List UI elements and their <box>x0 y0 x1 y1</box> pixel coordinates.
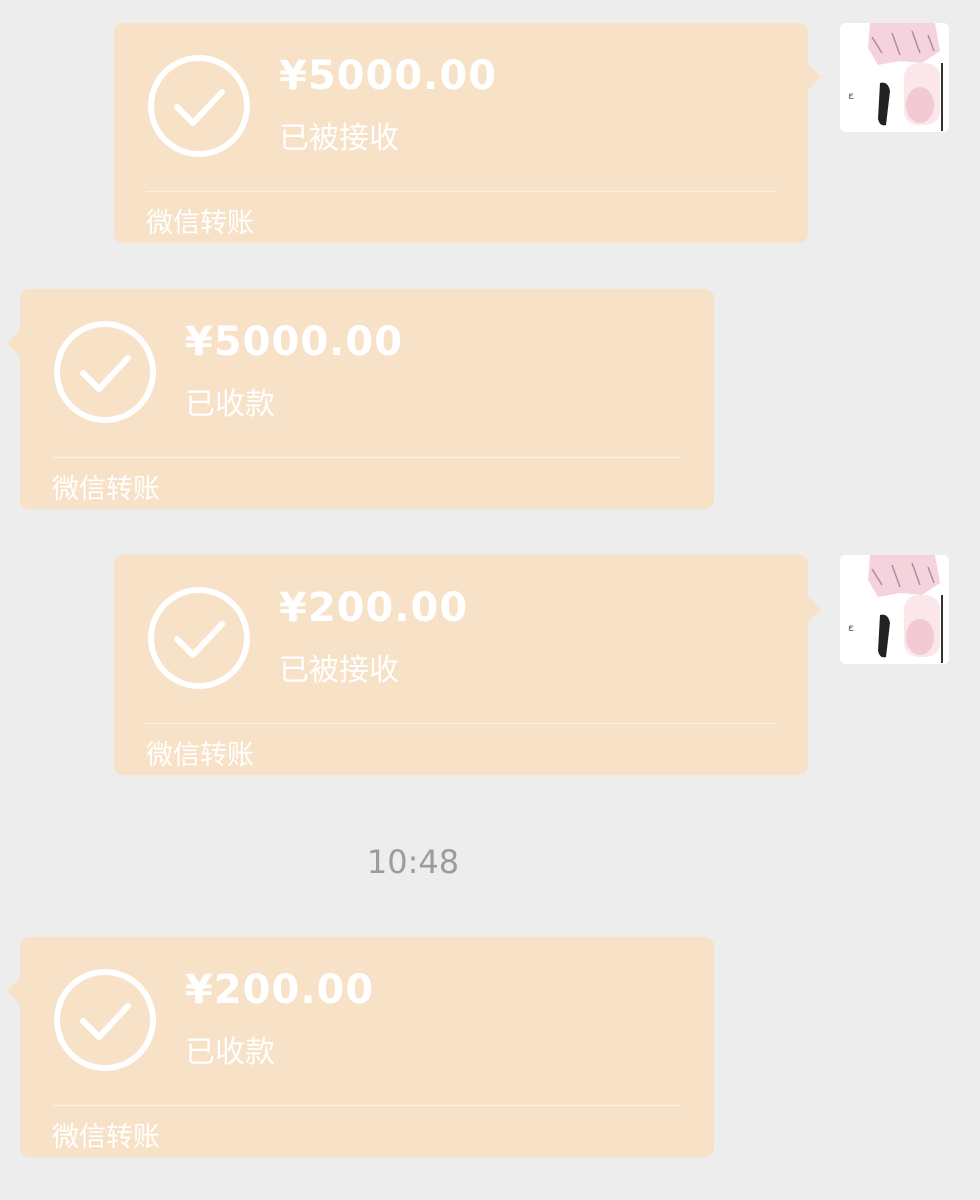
transfer-amount: ¥200.00 <box>185 967 375 1013</box>
transfer-label: 微信转账 <box>146 740 254 771</box>
transfer-amount: ¥5000.00 <box>279 53 498 99</box>
check-circle-icon <box>148 55 250 157</box>
svg-text:ᵋ: ᵋ <box>848 89 855 110</box>
user-avatar[interactable]: ᵋ <box>840 23 949 132</box>
user-avatar[interactable]: ᵋ <box>840 555 949 664</box>
transfer-bubble-received[interactable]: ¥5000.00 已收款 微信转账 <box>7 289 714 509</box>
divider <box>146 723 776 724</box>
transfer-status: 已收款 <box>185 387 275 422</box>
transfer-status: 已收款 <box>185 1035 275 1070</box>
avatar-image: ᵋ <box>840 555 949 664</box>
transfer-label: 微信转账 <box>52 474 160 505</box>
transfer-bubble-received[interactable]: ¥200.00 已收款 微信转账 <box>7 937 714 1157</box>
divider <box>52 457 682 458</box>
svg-text:ᵋ: ᵋ <box>848 621 855 642</box>
avatar-image: ᵋ <box>840 23 949 132</box>
transfer-label: 微信转账 <box>146 208 254 239</box>
transfer-bubble-sent[interactable]: ¥200.00 已被接收 微信转账 <box>114 555 821 775</box>
message-timestamp: 10:48 <box>366 843 460 881</box>
transfer-bubble-sent[interactable]: ¥5000.00 已被接收 微信转账 <box>114 23 821 243</box>
transfer-status: 已被接收 <box>279 653 399 688</box>
check-circle-icon <box>54 321 156 423</box>
divider <box>52 1105 682 1106</box>
chat-window: ¥5000.00 已被接收 微信转账 ᵋ ¥5000.00 已收款 微信转账 ¥… <box>0 0 980 1200</box>
check-circle-icon <box>148 587 250 689</box>
transfer-amount: ¥200.00 <box>279 585 469 631</box>
divider <box>146 191 776 192</box>
transfer-label: 微信转账 <box>52 1122 160 1153</box>
transfer-amount: ¥5000.00 <box>185 319 404 365</box>
check-circle-icon <box>54 969 156 1071</box>
transfer-status: 已被接收 <box>279 121 399 156</box>
